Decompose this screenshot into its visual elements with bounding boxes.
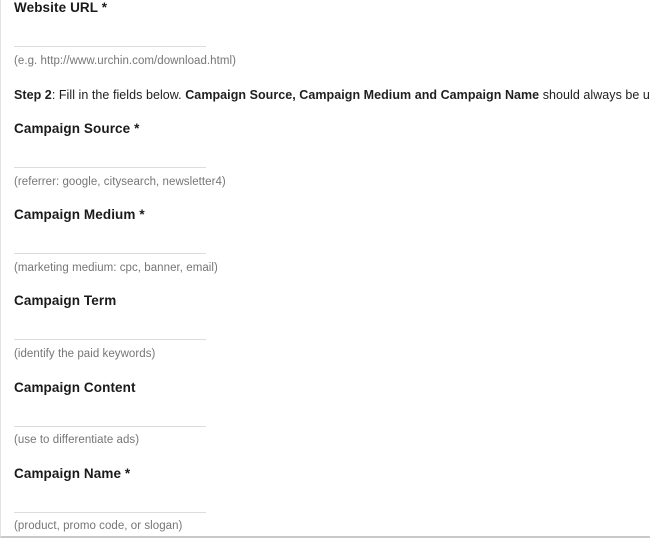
step-2-emphasis: Campaign Source, Campaign Medium and Cam… — [185, 88, 540, 102]
campaign-term-input[interactable] — [14, 318, 206, 340]
campaign-source-input[interactable] — [14, 146, 206, 168]
field-label-campaign-medium: Campaign Medium * — [14, 207, 145, 222]
input-wrapper-campaign-medium — [14, 232, 206, 254]
input-wrapper-campaign-source — [14, 146, 206, 168]
field-label-campaign-term: Campaign Term — [14, 293, 117, 308]
field-label-campaign-name: Campaign Name * — [14, 466, 131, 481]
step-2-label: Step 2 — [14, 88, 52, 102]
field-hint-website-url: (e.g. http://www.urchin.com/download.htm… — [14, 55, 236, 67]
campaign-content-input[interactable] — [14, 405, 206, 427]
field-campaign-content: Campaign Content — [14, 379, 136, 397]
field-label-campaign-source: Campaign Source * — [14, 121, 140, 136]
campaign-name-input[interactable] — [14, 491, 206, 513]
input-wrapper-campaign-content — [14, 405, 206, 427]
field-hint-campaign-medium: (marketing medium: cpc, banner, email) — [14, 262, 218, 274]
campaign-medium-input[interactable] — [14, 232, 206, 254]
step-2-text-part-2: should always be used. — [542, 88, 650, 102]
field-hint-campaign-term: (identify the paid keywords) — [14, 348, 156, 360]
field-website-url: Website URL * — [14, 0, 107, 17]
field-campaign-source: Campaign Source * — [14, 120, 139, 138]
field-hint-campaign-source: (referrer: google, citysearch, newslette… — [14, 176, 226, 188]
field-hint-campaign-content: (use to differentiate ads) — [14, 434, 140, 446]
field-campaign-name: Campaign Name * — [14, 465, 130, 483]
website-url-input[interactable] — [14, 25, 206, 47]
field-hint-campaign-name: (product, promo code, or slogan) — [14, 520, 183, 532]
input-wrapper-campaign-term — [14, 318, 206, 340]
input-wrapper-campaign-name — [14, 491, 206, 513]
field-campaign-term: Campaign Term — [14, 292, 116, 310]
field-label-campaign-content: Campaign Content — [14, 380, 136, 395]
field-campaign-medium: Campaign Medium * — [14, 206, 145, 224]
input-wrapper-website-url — [14, 25, 206, 47]
step-2-text-part-1: : Fill in the fields below. — [51, 88, 186, 102]
step-2-instruction: Step 2: Fill in the fields below. Campai… — [14, 87, 650, 104]
form-content: Website URL * (e.g. http://www.urchin.co… — [14, 0, 650, 536]
field-label-website-url: Website URL * — [14, 0, 108, 15]
utm-campaign-builder-form: Website URL * (e.g. http://www.urchin.co… — [0, 0, 650, 538]
